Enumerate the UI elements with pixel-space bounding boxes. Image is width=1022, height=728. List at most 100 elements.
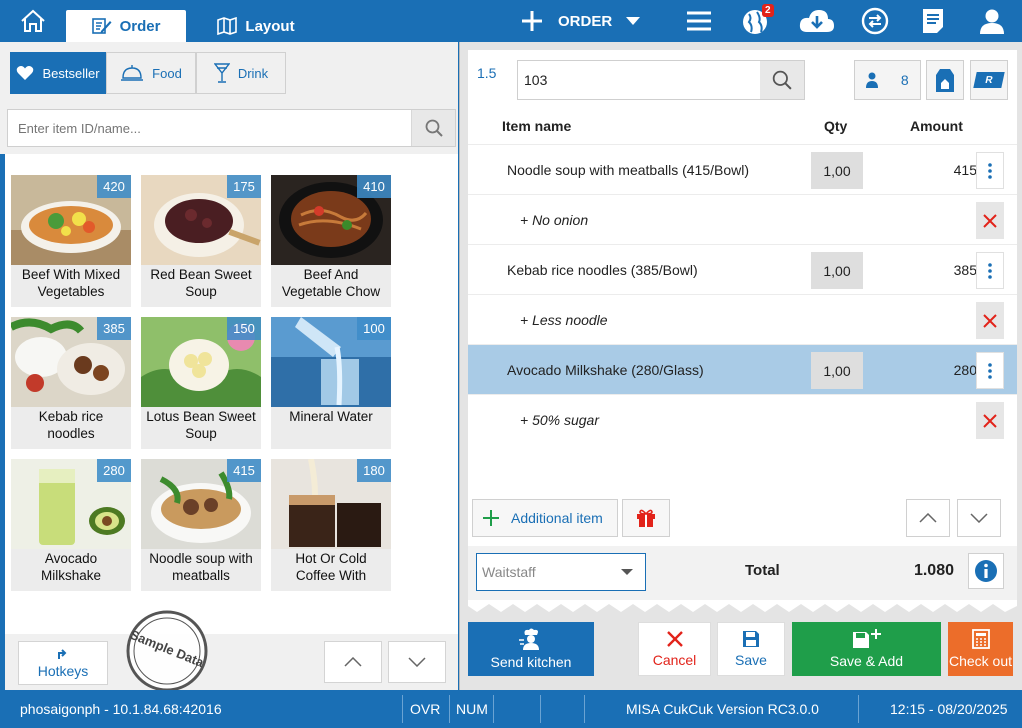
- menu-button[interactable]: [680, 0, 718, 42]
- checkout-button[interactable]: Check out: [948, 622, 1013, 676]
- save-add-button[interactable]: Save & Add: [792, 622, 941, 676]
- calculator-icon: [971, 629, 990, 649]
- total-value: 1.080: [913, 562, 954, 579]
- cancel-button[interactable]: Cancel: [638, 622, 711, 676]
- order-info-button[interactable]: [968, 553, 1004, 589]
- more-vertical-icon: [988, 362, 992, 379]
- category-bestseller[interactable]: Bestseller: [10, 52, 106, 94]
- line-qty[interactable]: 1,00: [811, 252, 863, 289]
- download-button[interactable]: [797, 0, 837, 42]
- additional-item-button[interactable]: Additional item: [472, 499, 618, 537]
- menu-item[interactable]: 410 Beef And Vegetable Chow: [271, 175, 391, 307]
- remove-note-button[interactable]: [976, 302, 1004, 339]
- category-bestseller-label: Bestseller: [42, 65, 100, 81]
- search-input[interactable]: [8, 110, 413, 146]
- order-line-note: + 50% sugar: [468, 394, 1017, 444]
- order-scroll-up-button[interactable]: [906, 499, 950, 537]
- takeaway-button[interactable]: [926, 60, 964, 100]
- receipt-torn-edge: [468, 600, 1017, 612]
- divider: [402, 695, 403, 723]
- order-line-selected[interactable]: Avocado Milkshake (280/Glass) 1,00 280: [468, 344, 1017, 394]
- price-badge: 420: [97, 175, 131, 198]
- order-line[interactable]: Noodle soup with meatballs (415/Bowl) 1,…: [468, 144, 1017, 194]
- hotkeys-button[interactable]: Hotkeys: [18, 641, 108, 685]
- more-vertical-icon: [988, 262, 992, 279]
- home-button[interactable]: [10, 0, 56, 42]
- column-item-name: Item name: [502, 118, 572, 134]
- reservation-badge: R: [973, 72, 1005, 88]
- line-qty[interactable]: 1,00: [811, 352, 863, 389]
- status-bar: phosaigonph - 10.1.84.68:42016 OVR NUM M…: [0, 690, 1022, 728]
- plus-icon: [522, 11, 542, 31]
- reservation-button[interactable]: R: [970, 60, 1008, 100]
- menu-item[interactable]: 420 Beef With Mixed Vegetables: [11, 175, 131, 307]
- remove-note-button[interactable]: [976, 202, 1004, 239]
- tab-order[interactable]: Order: [66, 10, 186, 42]
- menu-item[interactable]: 150 Lotus Bean Sweet Soup: [141, 317, 261, 449]
- cloud-download-icon: [799, 10, 834, 32]
- menu-item[interactable]: 180 Hot Or Cold Coffee With: [271, 459, 391, 591]
- pencil-icon: [91, 18, 112, 34]
- save-button[interactable]: Save: [717, 622, 785, 676]
- order-scroll-down-button[interactable]: [957, 499, 1001, 537]
- divider: [584, 695, 585, 723]
- remove-note-button[interactable]: [976, 402, 1004, 439]
- line-name: Avocado Milkshake (280/Glass): [507, 362, 704, 378]
- order-search-button[interactable]: [760, 61, 804, 99]
- exchange-icon: [861, 7, 889, 35]
- notification-badge: 2: [762, 4, 774, 17]
- close-icon: [666, 631, 683, 647]
- close-icon: [983, 313, 997, 328]
- item-search: [7, 109, 456, 147]
- menu-panel: Bestseller Food Drink 420 Beef With Mixe…: [0, 42, 458, 690]
- hotkeys-label: Hotkeys: [37, 662, 89, 679]
- close-icon: [983, 213, 997, 228]
- line-qty[interactable]: 1,00: [811, 152, 863, 189]
- line-more-button[interactable]: [976, 352, 1004, 389]
- reports-button[interactable]: [914, 0, 952, 42]
- menu-item[interactable]: 385 Kebab rice noodles: [11, 317, 131, 449]
- save-add-icon: [852, 629, 881, 648]
- category-drink[interactable]: Drink: [196, 52, 286, 94]
- guest-count-button[interactable]: 8: [854, 60, 921, 100]
- tab-order-label: Order: [119, 17, 161, 35]
- order-panel: 1.5 103 8 R Item name Qty Amount Noodle …: [459, 42, 1022, 690]
- menu-item[interactable]: 280 Avocado Milkshake: [11, 459, 131, 591]
- category-food[interactable]: Food: [106, 52, 196, 94]
- user-button[interactable]: [972, 0, 1012, 42]
- order-number-field[interactable]: 103: [517, 60, 805, 100]
- search-icon: [425, 119, 443, 137]
- order-label: ORDER: [558, 12, 613, 30]
- item-name: Beef With Mixed Vegetables: [21, 267, 121, 299]
- menu-scroll-down-button[interactable]: [388, 641, 446, 683]
- order-line[interactable]: Kebab rice noodles (385/Bowl) 1,00 385: [468, 244, 1017, 294]
- line-more-button[interactable]: [976, 252, 1004, 289]
- search-button[interactable]: [411, 110, 455, 146]
- sync-button[interactable]: [855, 0, 895, 42]
- waitstaff-placeholder: Waitstaff: [482, 564, 536, 580]
- line-more-button[interactable]: [976, 152, 1004, 189]
- chevron-down-icon: [408, 657, 426, 667]
- menu-item[interactable]: 175 Red Bean Sweet Soup: [141, 175, 261, 307]
- item-name: Lotus Bean Sweet Soup: [146, 409, 256, 441]
- menu-item[interactable]: 415 Noodle soup with meatballs: [141, 459, 261, 591]
- new-order-button[interactable]: ORDER: [520, 0, 668, 42]
- send-kitchen-button[interactable]: Send kitchen: [468, 622, 594, 676]
- tab-layout[interactable]: Layout: [206, 10, 306, 42]
- cancel-label: Cancel: [652, 652, 697, 668]
- menu-footer: Hotkeys: [5, 634, 458, 690]
- price-badge: 280: [97, 459, 131, 482]
- column-amount: Amount: [910, 118, 963, 134]
- line-note: + Less noodle: [520, 312, 608, 328]
- menu-item[interactable]: 100 Mineral Water: [271, 317, 391, 449]
- datetime: 12:15 - 08/20/2025: [890, 701, 1008, 717]
- chevron-up-icon: [919, 513, 937, 523]
- notifications-button[interactable]: 2: [736, 0, 776, 42]
- item-name: Noodle soup with meatballs: [149, 551, 253, 583]
- gift-button[interactable]: [622, 499, 670, 537]
- item-name: Hot Or Cold Coffee With: [295, 551, 367, 583]
- waitstaff-select[interactable]: Waitstaff: [476, 553, 646, 591]
- more-vertical-icon: [988, 162, 992, 179]
- guest-count: 8: [900, 72, 909, 88]
- menu-scroll-up-button[interactable]: [324, 641, 382, 683]
